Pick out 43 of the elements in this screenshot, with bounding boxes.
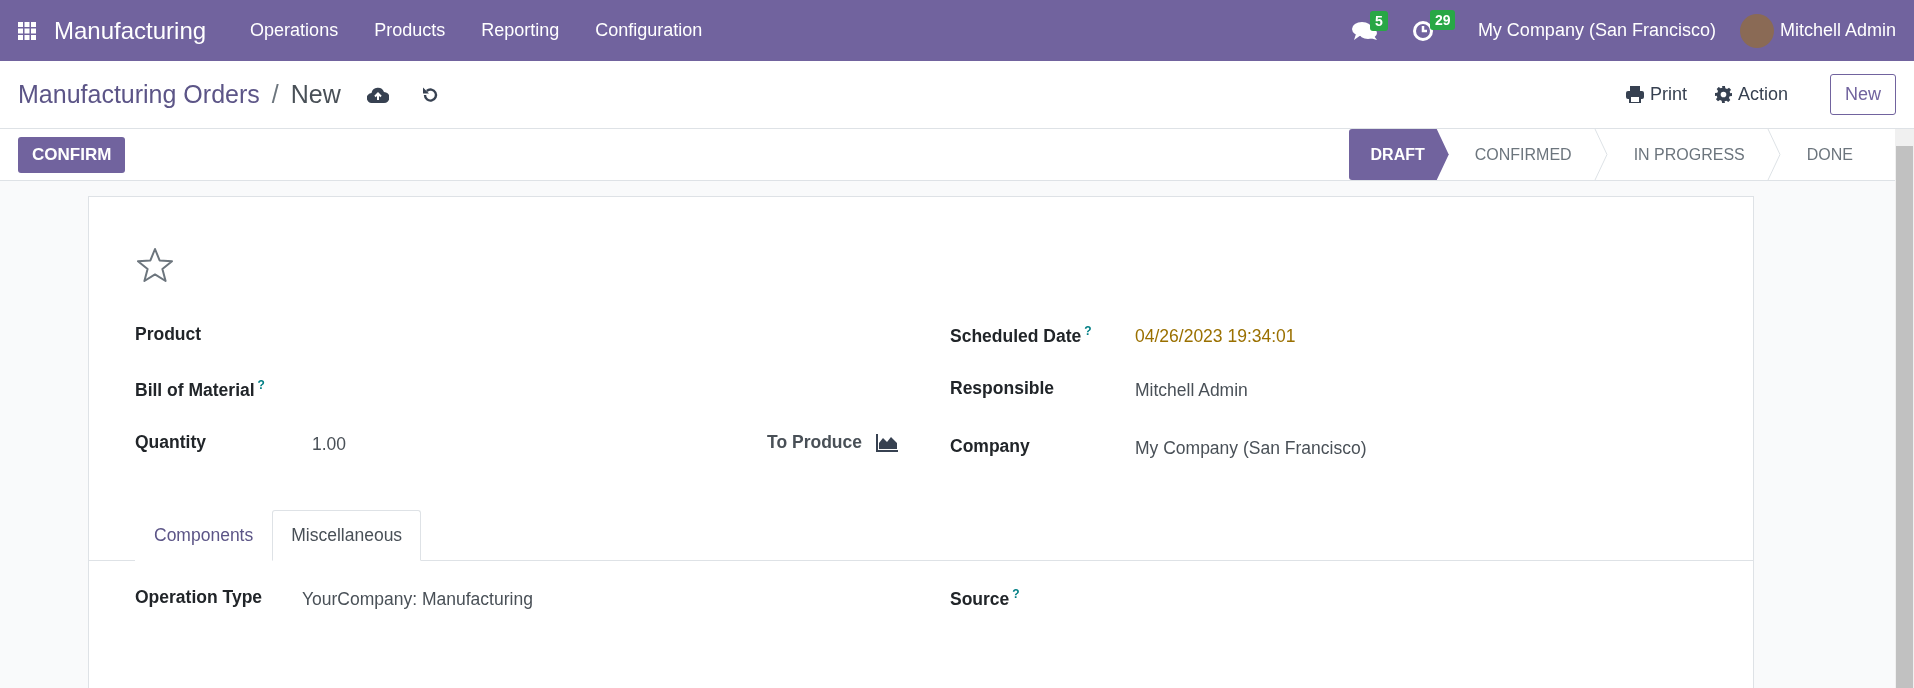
action-button[interactable]: Action: [1710, 80, 1792, 109]
activity-count-badge: 29: [1429, 9, 1456, 30]
breadcrumb-item[interactable]: New: [290, 80, 341, 109]
unit-label: To Produce: [767, 432, 862, 452]
app-grid-icon[interactable]: [18, 21, 36, 40]
menu-item[interactable]: Products: [356, 20, 464, 41]
user-menu[interactable]: Mitchell Admin: [1779, 20, 1896, 41]
breadcrumb-item[interactable]: Manufacturing Orders: [18, 80, 260, 109]
cloud-upload-icon: [366, 86, 389, 103]
field-label: Product: [135, 324, 202, 344]
confirm-button[interactable]: CONFIRM: [18, 136, 126, 173]
field-label: Responsible: [950, 378, 1055, 398]
status-stage[interactable]: DRAFT: [1348, 129, 1449, 180]
print-button[interactable]: Print: [1621, 80, 1691, 109]
menu-item[interactable]: Reporting: [463, 20, 578, 41]
field-label: Quantity: [135, 432, 206, 452]
help-icon[interactable]: ?: [1084, 324, 1092, 338]
message-count-badge: 5: [1369, 10, 1388, 31]
app-name[interactable]: Manufacturing: [54, 16, 207, 45]
area-chart-icon[interactable]: [876, 434, 898, 452]
field-label: Company: [950, 436, 1030, 456]
help-icon[interactable]: ?: [257, 378, 265, 392]
breadcrumb-separator: /: [271, 80, 279, 109]
field-label: Bill of Material: [135, 379, 255, 400]
undo-icon: [420, 85, 439, 104]
help-icon[interactable]: ?: [1012, 587, 1020, 601]
company-switcher[interactable]: My Company (San Francisco): [1477, 20, 1716, 41]
clock-icon[interactable]: [1411, 19, 1434, 42]
field-value[interactable]: Mitchell Admin: [1135, 378, 1248, 401]
new-button[interactable]: New: [1830, 74, 1896, 115]
field-value[interactable]: YourCompany: Manufacturing: [302, 587, 533, 610]
field-label: Source: [950, 588, 1010, 609]
star-icon: [136, 247, 174, 283]
field-value[interactable]: 1.00: [312, 432, 347, 455]
field-label: Operation Type: [135, 587, 263, 607]
notebook-tab[interactable]: Miscellaneous: [272, 510, 422, 561]
field-label: Scheduled Date: [950, 325, 1082, 346]
gear-icon: [1714, 86, 1732, 103]
field-value[interactable]: My Company (San Francisco): [1135, 436, 1367, 459]
printer-icon: [1625, 86, 1644, 103]
menu-item[interactable]: Configuration: [577, 20, 721, 41]
menu-item[interactable]: Operations: [232, 20, 357, 41]
field-value[interactable]: 04/26/2023 19:34:01: [1135, 324, 1296, 347]
